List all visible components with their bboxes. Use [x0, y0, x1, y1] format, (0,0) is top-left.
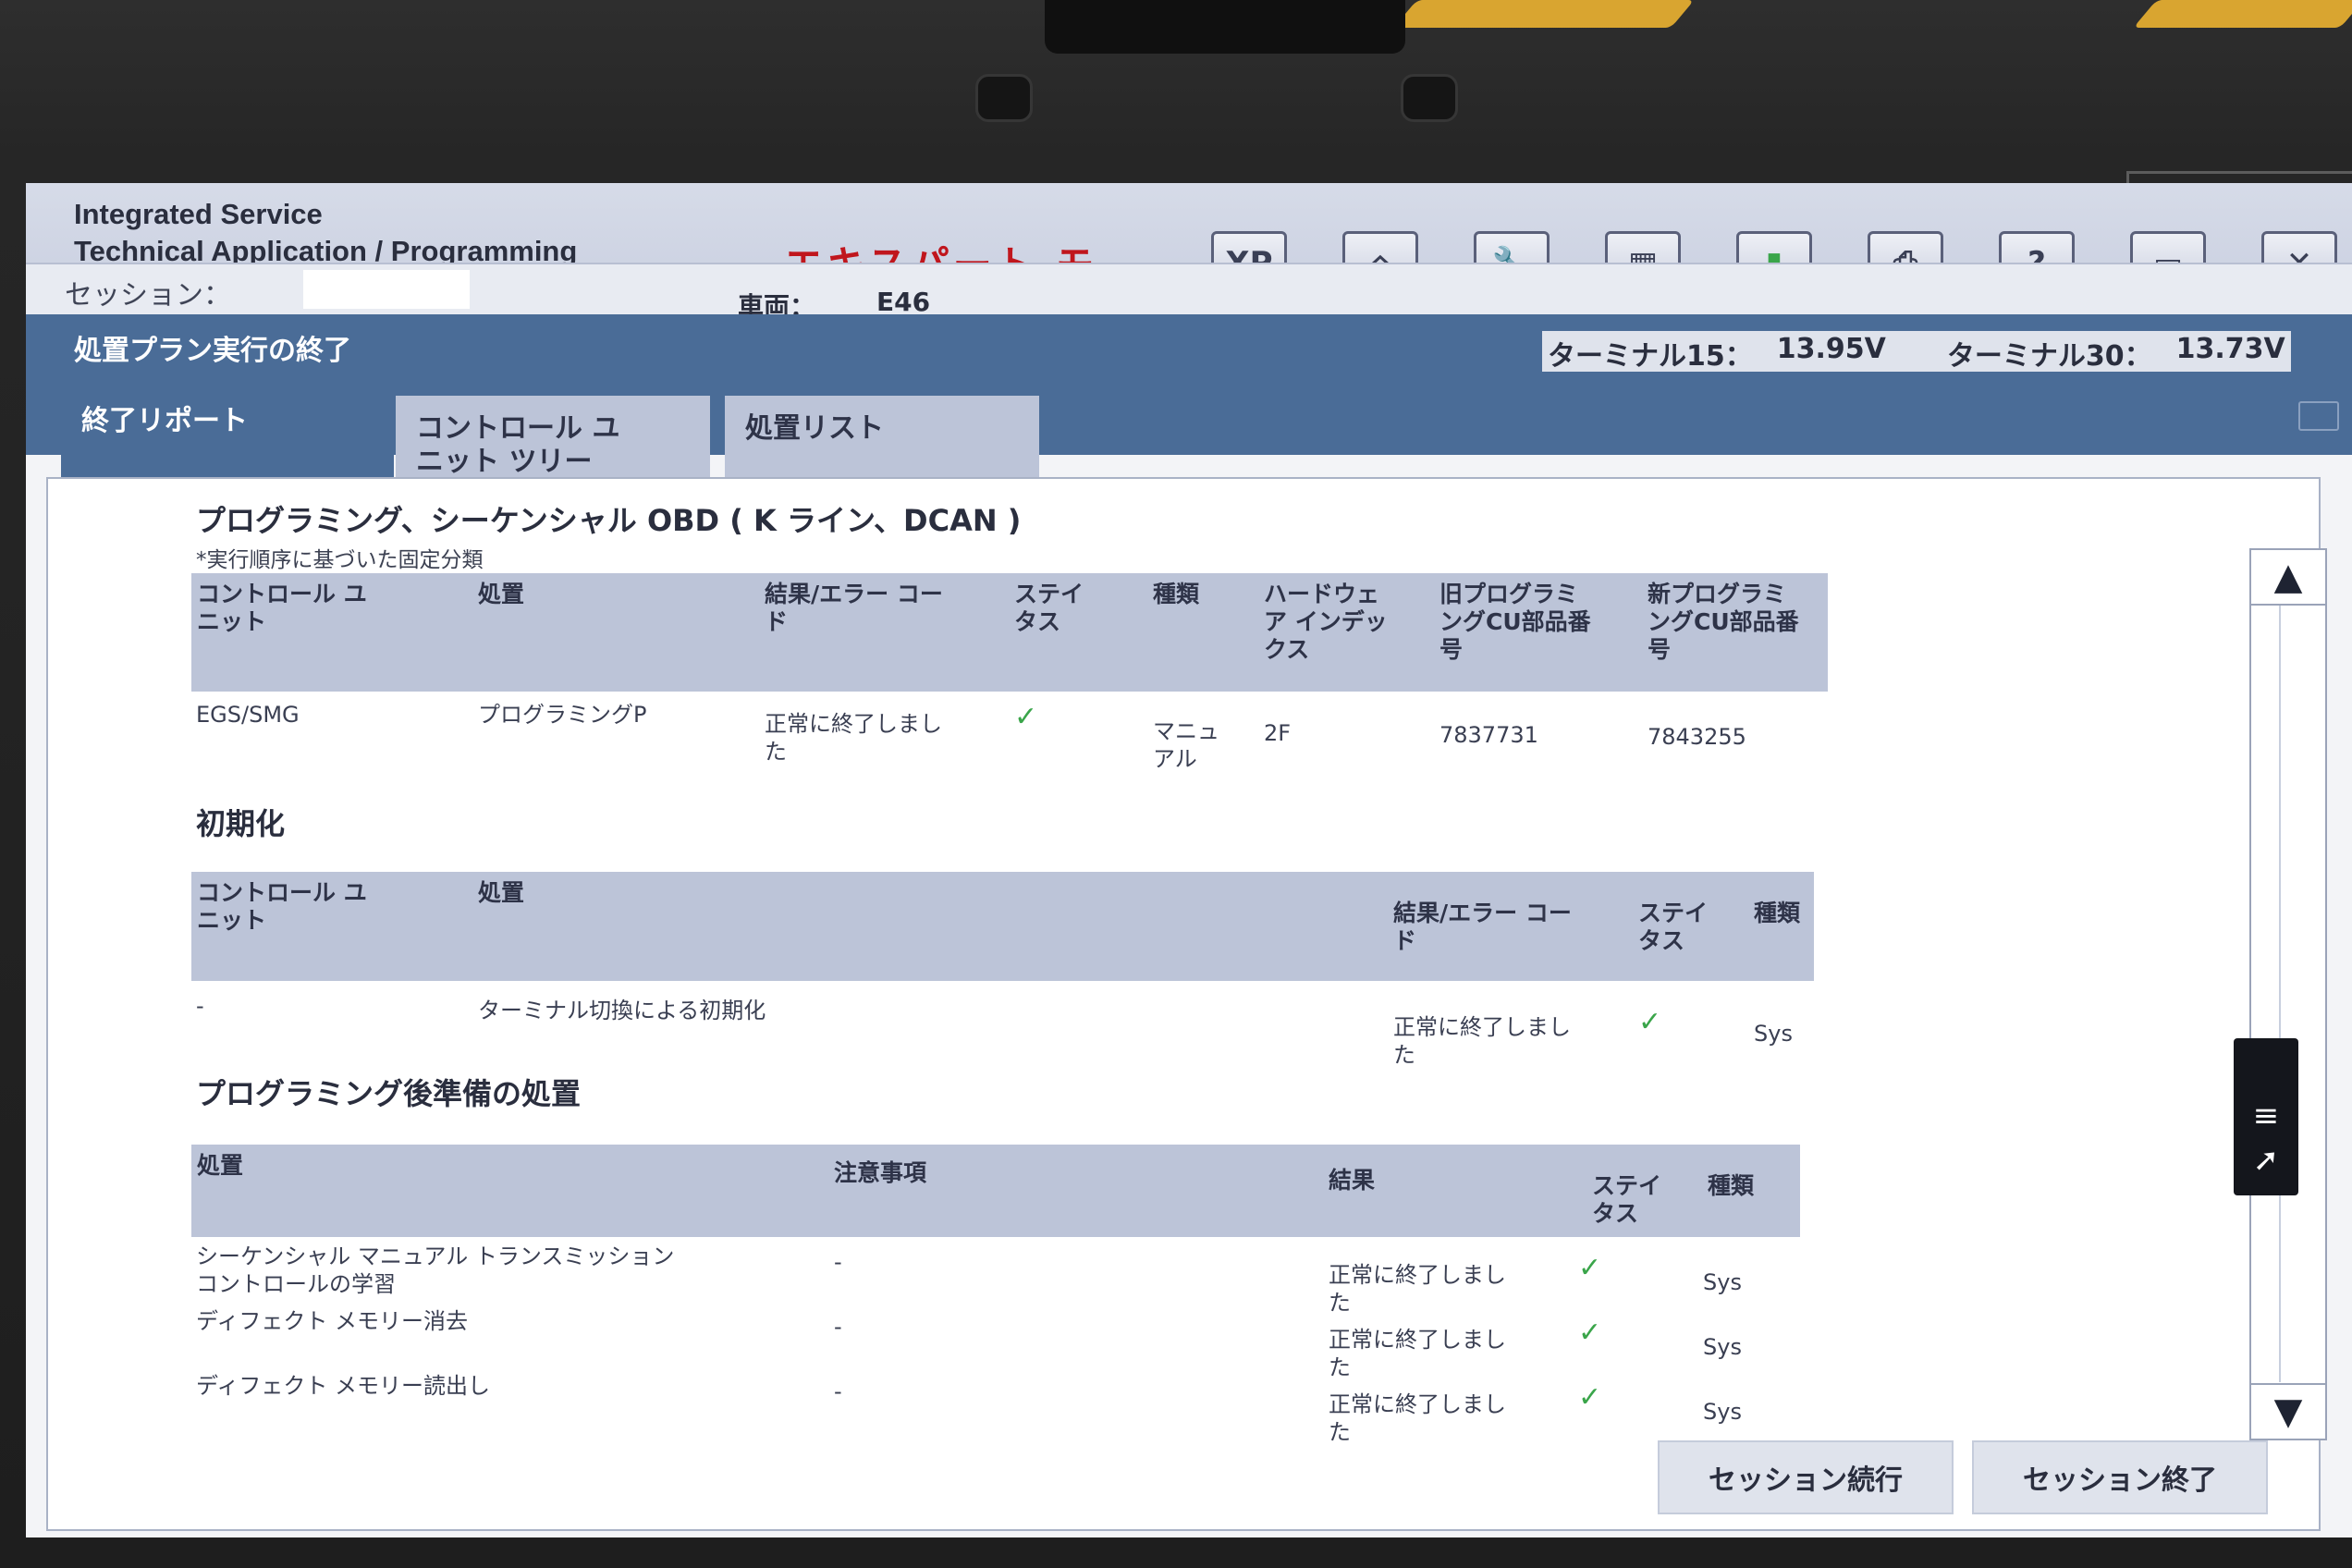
- tab-label: コントロール ユ ニット ツリー: [416, 412, 620, 478]
- tab-action-list[interactable]: 処置リスト: [725, 396, 1039, 481]
- cell-result: 正常に終了しまし た: [765, 711, 942, 765]
- section-programming-note: *実行順序に基づいた固定分類: [196, 548, 484, 572]
- button-label: セッション続行: [1709, 1464, 1903, 1497]
- continue-session-button[interactable]: セッション続行: [1658, 1440, 1954, 1514]
- cell-note: -: [834, 1249, 842, 1275]
- terminal15-value: 13.95V: [1776, 333, 1886, 365]
- col-type: 種類: [1153, 581, 1200, 607]
- cell-type: マニュ アル: [1153, 718, 1219, 772]
- col-note: 注意事項: [834, 1159, 927, 1186]
- sensor-icon: [1401, 74, 1458, 122]
- check-icon: ✓: [1014, 701, 1038, 733]
- col-control-unit: コントロール ユ ニット: [197, 581, 367, 635]
- cell-action: ターミナル切換による初期化: [478, 998, 766, 1023]
- cell-type: Sys: [1754, 1021, 1793, 1047]
- cell-unit: EGS/SMG: [196, 702, 300, 728]
- screen: Integrated Service Technical Application…: [26, 183, 2352, 1537]
- cell-type: Sys: [1703, 1399, 1742, 1425]
- cell-action: シーケンシャル マニュアル トランスミッション コントロールの学習: [196, 1243, 675, 1297]
- cell-hw-index: 2F: [1264, 720, 1292, 746]
- cell-note: -: [834, 1378, 842, 1404]
- col-action: 処置: [197, 1152, 244, 1179]
- col-status: ステイ タス: [1592, 1172, 1662, 1227]
- cable: [1393, 0, 1695, 28]
- cell-action: プログラミングP: [478, 702, 647, 728]
- session-label: セッション：: [65, 279, 231, 312]
- cable: [2133, 0, 2352, 28]
- scroll-down-button[interactable]: ▼: [2251, 1383, 2325, 1439]
- report-content: プログラミング、シーケンシャル OBD ( K ライン、DCAN ) *実行順序…: [46, 477, 2321, 1531]
- camera-icon: [975, 74, 1033, 122]
- col-type: 種類: [1708, 1172, 1755, 1199]
- col-new-part: 新プログラミ ングCU部品番 号: [1648, 581, 1799, 663]
- section-init-title: 初期化: [196, 806, 286, 841]
- cell-result: 正常に終了しまし た: [1393, 1014, 1571, 1068]
- cell-unit: -: [196, 993, 204, 1019]
- tab-control-unit-tree[interactable]: コントロール ユ ニット ツリー: [396, 396, 710, 481]
- terminal15-label: ターミナル15：: [1548, 340, 1753, 373]
- col-type: 種類: [1754, 900, 1801, 926]
- section-post-programming-title: プログラミング後準備の処置: [196, 1076, 582, 1111]
- cell-note: -: [834, 1314, 842, 1340]
- app-title: Integrated Service Technical Application…: [74, 198, 578, 267]
- col-action: 処置: [478, 581, 525, 607]
- button-label: セッション終了: [2023, 1464, 2217, 1497]
- cell-result: 正常に終了しまし た: [1329, 1327, 1506, 1380]
- collapse-icon[interactable]: [2298, 401, 2339, 431]
- terminal-status: ターミナル15： 13.95V ターミナル30： 13.73V: [1542, 331, 2291, 375]
- col-control-unit: コントロール ユ ニット: [197, 879, 367, 934]
- side-panel-handle[interactable]: ≡ ➚: [2234, 1038, 2298, 1195]
- cell-type: Sys: [1703, 1334, 1742, 1360]
- col-result: 結果: [1329, 1167, 1376, 1194]
- col-action: 処置: [478, 879, 525, 906]
- cell-action: ディフェクト メモリー消去: [196, 1308, 468, 1334]
- tab-label: 処置リスト: [745, 412, 884, 445]
- check-icon: ✓: [1578, 1252, 1602, 1284]
- init-table-header: コントロール ユ ニット 処置 結果/エラー コー ド ステイ タス 種類: [191, 872, 1814, 981]
- col-hw-index: ハードウェ ア インデッ クス: [1264, 581, 1388, 663]
- col-result: 結果/エラー コー ド: [1393, 900, 1572, 954]
- laptop-hinge: [1045, 0, 1405, 54]
- cell-result: 正常に終了しまし た: [1329, 1391, 1506, 1445]
- col-result: 結果/エラー コー ド: [765, 581, 943, 635]
- session-row: セッション： 車両： E46: [26, 263, 2352, 322]
- tab-label: 終了リポート: [81, 405, 248, 437]
- app-header: Integrated Service Technical Application…: [26, 183, 2352, 322]
- cell-type: Sys: [1703, 1269, 1742, 1295]
- cell-action: ディフェクト メモリー読出し: [196, 1373, 490, 1399]
- check-icon: ✓: [1638, 1006, 1662, 1038]
- session-field: [303, 270, 470, 309]
- col-status: ステイ タス: [1638, 900, 1709, 954]
- tab-final-report[interactable]: 終了リポート: [61, 388, 394, 481]
- scroll-up-button[interactable]: ▲: [2251, 550, 2325, 606]
- terminal30-label: ターミナル30：: [1946, 340, 2152, 373]
- programming-table-header: コントロール ユ ニット 処置 結果/エラー コー ド ステイ タス 種類 ハー…: [191, 573, 1828, 692]
- section-programming-title: プログラミング、シーケンシャル OBD ( K ライン、DCAN ): [196, 503, 1022, 538]
- end-session-button[interactable]: セッション終了: [1972, 1440, 2268, 1514]
- cell-old-part: 7837731: [1439, 722, 1538, 748]
- cell-result: 正常に終了しまし た: [1329, 1262, 1506, 1316]
- arrow-up-icon: ▲: [2273, 556, 2303, 598]
- cursor-icon: ➚: [2252, 1142, 2280, 1179]
- vehicle-value: E46: [876, 287, 931, 317]
- arrow-down-icon: ▼: [2273, 1390, 2303, 1433]
- check-icon: ✓: [1578, 1381, 1602, 1414]
- col-old-part: 旧プログラミ ングCU部品番 号: [1439, 581, 1591, 663]
- cell-new-part: 7843255: [1648, 724, 1746, 750]
- col-status: ステイ タス: [1014, 581, 1084, 635]
- vertical-scrollbar[interactable]: ▲ ▼: [2249, 548, 2327, 1440]
- terminal30-value: 13.73V: [2175, 333, 2285, 365]
- post-programming-table-header: 処置 注意事項 結果 ステイ タス 種類: [191, 1145, 1800, 1237]
- menu-icon: ≡: [2252, 1097, 2280, 1134]
- check-icon: ✓: [1578, 1317, 1602, 1349]
- page-title: 処置プラン実行の終了: [74, 335, 351, 367]
- scroll-track[interactable]: [2279, 606, 2281, 1382]
